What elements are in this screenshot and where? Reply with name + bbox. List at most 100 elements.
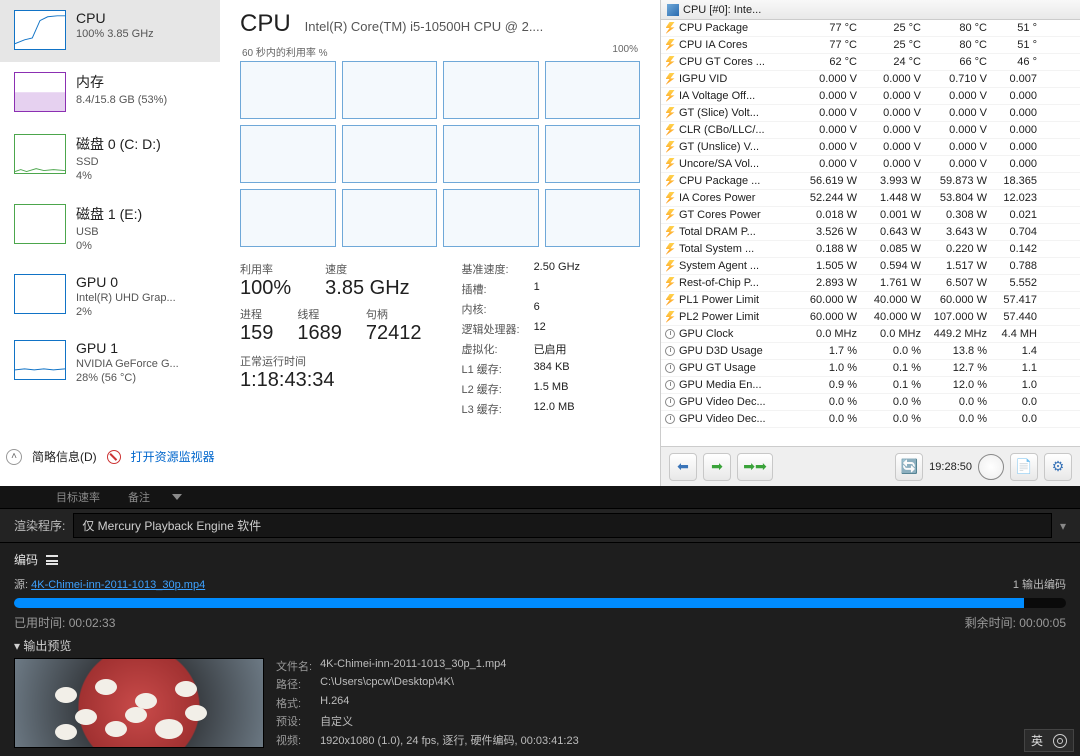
cores-label: 内核: (462, 301, 520, 317)
hwinfo-row[interactable]: GPU Video Dec...0.0 %0.0 %0.0 %0.0 (661, 411, 1080, 428)
sidebar-item-sub2: 4% (76, 170, 161, 182)
renderer-dropdown-icon[interactable]: ▾ (1060, 519, 1066, 533)
sensor-value: 0.000 (993, 124, 1043, 136)
sensor-value: 2.893 W (799, 277, 863, 289)
sidebar-item-memory[interactable]: 内存8.4/15.8 GB (53%) (0, 62, 220, 124)
sensor-value: 0.000 V (927, 158, 993, 170)
sidebar-item-disk1[interactable]: 磁盘 1 (E:)USB0% (0, 194, 220, 264)
progress-bar (14, 598, 1066, 608)
sensor-value: 51 ° (993, 39, 1043, 51)
format-label: 格式: (276, 695, 312, 711)
resmon-icon (107, 450, 121, 464)
sensor-name: IA Voltage Off... (679, 90, 799, 102)
hwinfo-row[interactable]: IA Voltage Off...0.000 V0.000 V0.000 V0.… (661, 88, 1080, 105)
sensor-value: 0.1 % (863, 379, 927, 391)
sidebar-item-gpu1[interactable]: GPU 1NVIDIA GeForce G...28% (56 °C) (0, 330, 220, 396)
hwinfo-row[interactable]: CPU Package77 °C25 °C80 °C51 ° (661, 20, 1080, 37)
sensor-value: 0.000 (993, 158, 1043, 170)
video-label: 视频: (276, 732, 312, 748)
sensor-value: 0.000 V (927, 141, 993, 153)
virt-label: 虚拟化: (462, 341, 520, 357)
source-link[interactable]: 4K-Chimei-inn-2011-1013_30p.mp4 (31, 579, 205, 591)
ame-tabbar: 目标速率 备注 (0, 486, 1080, 508)
hwinfo-row[interactable]: GPU Media En...0.9 %0.1 %12.0 %1.0 (661, 377, 1080, 394)
tab-target-rate[interactable]: 目标速率 (46, 486, 110, 508)
sensor-value: 0.000 V (863, 73, 927, 85)
refresh-button[interactable]: 🔄 (895, 453, 923, 481)
sensor-value: 80 °C (927, 22, 993, 34)
hwinfo-row[interactable]: IA Cores Power52.244 W1.448 W53.804 W12.… (661, 190, 1080, 207)
socket-value: 1 (534, 281, 580, 297)
hwinfo-row[interactable]: Total DRAM P...3.526 W0.643 W3.643 W0.70… (661, 224, 1080, 241)
hwinfo-row[interactable]: System Agent ...1.505 W0.594 W1.517 W0.7… (661, 258, 1080, 275)
hwinfo-table[interactable]: CPU Package77 °C25 °C80 °C51 °CPU IA Cor… (661, 20, 1080, 446)
nav-back-button[interactable]: ⬅ (669, 453, 697, 481)
hwinfo-row[interactable]: GPU D3D Usage1.7 %0.0 %13.8 %1.4 (661, 343, 1080, 360)
sidebar-item-gpu0[interactable]: GPU 0Intel(R) UHD Grap...2% (0, 264, 220, 330)
sidebar-item-sub2: 0% (76, 240, 142, 252)
bolt-icon (666, 22, 675, 34)
hwinfo-header-text: CPU [#0]: Inte... (683, 4, 761, 16)
renderer-select[interactable]: 仅 Mercury Playback Engine 软件 (73, 513, 1052, 538)
sidebar-item-cpu[interactable]: CPU100% 3.85 GHz (0, 0, 220, 62)
nav-step-button[interactable]: ➡➡ (737, 453, 773, 481)
output-preview-heading[interactable]: ▾ 输出预览 (14, 637, 1066, 654)
memory-thumb-icon (14, 72, 66, 112)
gpu-thumb-icon (14, 274, 66, 314)
hwinfo-row[interactable]: CLR (CBo/LLC/...0.000 V0.000 V0.000 V0.0… (661, 122, 1080, 139)
menu-icon[interactable] (46, 555, 58, 565)
sensor-value: 5.552 (993, 277, 1043, 289)
sensor-name: Rest-of-Chip P... (679, 277, 799, 289)
cpu-detail-panel: CPU Intel(R) Core(TM) i5-10500H CPU @ 2.… (220, 0, 660, 440)
tab-notes[interactable]: 备注 (118, 486, 160, 508)
sensor-value: 0.1 % (863, 362, 927, 374)
hwinfo-row[interactable]: IGPU VID0.000 V0.000 V0.710 V0.007 (661, 71, 1080, 88)
sidebar-item-sub: 8.4/15.8 GB (53%) (76, 94, 167, 106)
hwinfo-row[interactable]: GT (Slice) Volt...0.000 V0.000 V0.000 V0… (661, 105, 1080, 122)
sensor-value: 0.788 (993, 260, 1043, 272)
hwinfo-row[interactable]: GT Cores Power0.018 W0.001 W0.308 W0.021 (661, 207, 1080, 224)
collapse-icon[interactable]: ˄ (6, 449, 22, 465)
tab-overflow-icon[interactable] (172, 494, 182, 500)
taskmgr-sidebar: CPU100% 3.85 GHz 内存8.4/15.8 GB (53%) 磁盘 … (0, 0, 220, 440)
taskmgr-footer: ˄ 简略信息(D) 打开资源监视器 (6, 448, 215, 465)
hwinfo-row[interactable]: PL2 Power Limit60.000 W40.000 W107.000 W… (661, 309, 1080, 326)
sensor-value: 0.000 V (863, 90, 927, 102)
remaining-label: 剩余时间: (965, 616, 1016, 630)
hwinfo-row[interactable]: GPU Video Dec...0.0 %0.0 %0.0 %0.0 (661, 394, 1080, 411)
open-resmon-link[interactable]: 打开资源监视器 (131, 448, 215, 465)
ime-indicator[interactable]: 英 (1024, 729, 1074, 752)
sensor-value: 0.0 % (863, 413, 927, 425)
settings-button[interactable]: ⚙ (1044, 453, 1072, 481)
base-speed-label: 基准速度: (462, 261, 520, 277)
log-button[interactable]: 📄 (1010, 453, 1038, 481)
nav-fwd-button[interactable]: ➡ (703, 453, 731, 481)
core-usage-grid[interactable] (240, 61, 640, 247)
sensor-value: 1.448 W (863, 192, 927, 204)
hwinfo-header[interactable]: CPU [#0]: Inte... (661, 0, 1080, 20)
lp-value: 12 (534, 321, 580, 337)
hwinfo-row[interactable]: Total System ...0.188 W0.085 W0.220 W0.1… (661, 241, 1080, 258)
ime-settings-icon[interactable] (1053, 734, 1067, 748)
bolt-icon (666, 192, 675, 204)
util-value: 100% (240, 277, 291, 300)
speed-value: 3.85 GHz (325, 277, 409, 300)
brief-info-button[interactable]: 简略信息(D) (32, 448, 97, 465)
sensor-value: 1.505 W (799, 260, 863, 272)
sensor-value: 0.085 W (863, 243, 927, 255)
sensor-value: 6.507 W (927, 277, 993, 289)
sensor-name: CLR (CBo/LLC/... (679, 124, 799, 136)
hwinfo-row[interactable]: CPU IA Cores77 °C25 °C80 °C51 ° (661, 37, 1080, 54)
hwinfo-row[interactable]: GT (Unslice) V...0.000 V0.000 V0.000 V0.… (661, 139, 1080, 156)
hwinfo-row[interactable]: CPU Package ...56.619 W3.993 W59.873 W18… (661, 173, 1080, 190)
hwinfo-row[interactable]: Rest-of-Chip P...2.893 W1.761 W6.507 W5.… (661, 275, 1080, 292)
hwinfo-row[interactable]: GPU GT Usage1.0 %0.1 %12.7 %1.1 (661, 360, 1080, 377)
sidebar-item-disk0[interactable]: 磁盘 0 (C: D:)SSD4% (0, 124, 220, 194)
sensor-value: 0.007 (993, 73, 1043, 85)
hwinfo-row[interactable]: CPU GT Cores ...62 °C24 °C66 °C46 ° (661, 54, 1080, 71)
hwinfo-row[interactable]: Uncore/SA Vol...0.000 V0.000 V0.000 V0.0… (661, 156, 1080, 173)
speed-label: 速度 (325, 261, 409, 277)
bolt-icon (666, 124, 675, 136)
hwinfo-row[interactable]: PL1 Power Limit60.000 W40.000 W60.000 W5… (661, 292, 1080, 309)
hwinfo-row[interactable]: GPU Clock0.0 MHz0.0 MHz449.2 MHz4.4 MH (661, 326, 1080, 343)
